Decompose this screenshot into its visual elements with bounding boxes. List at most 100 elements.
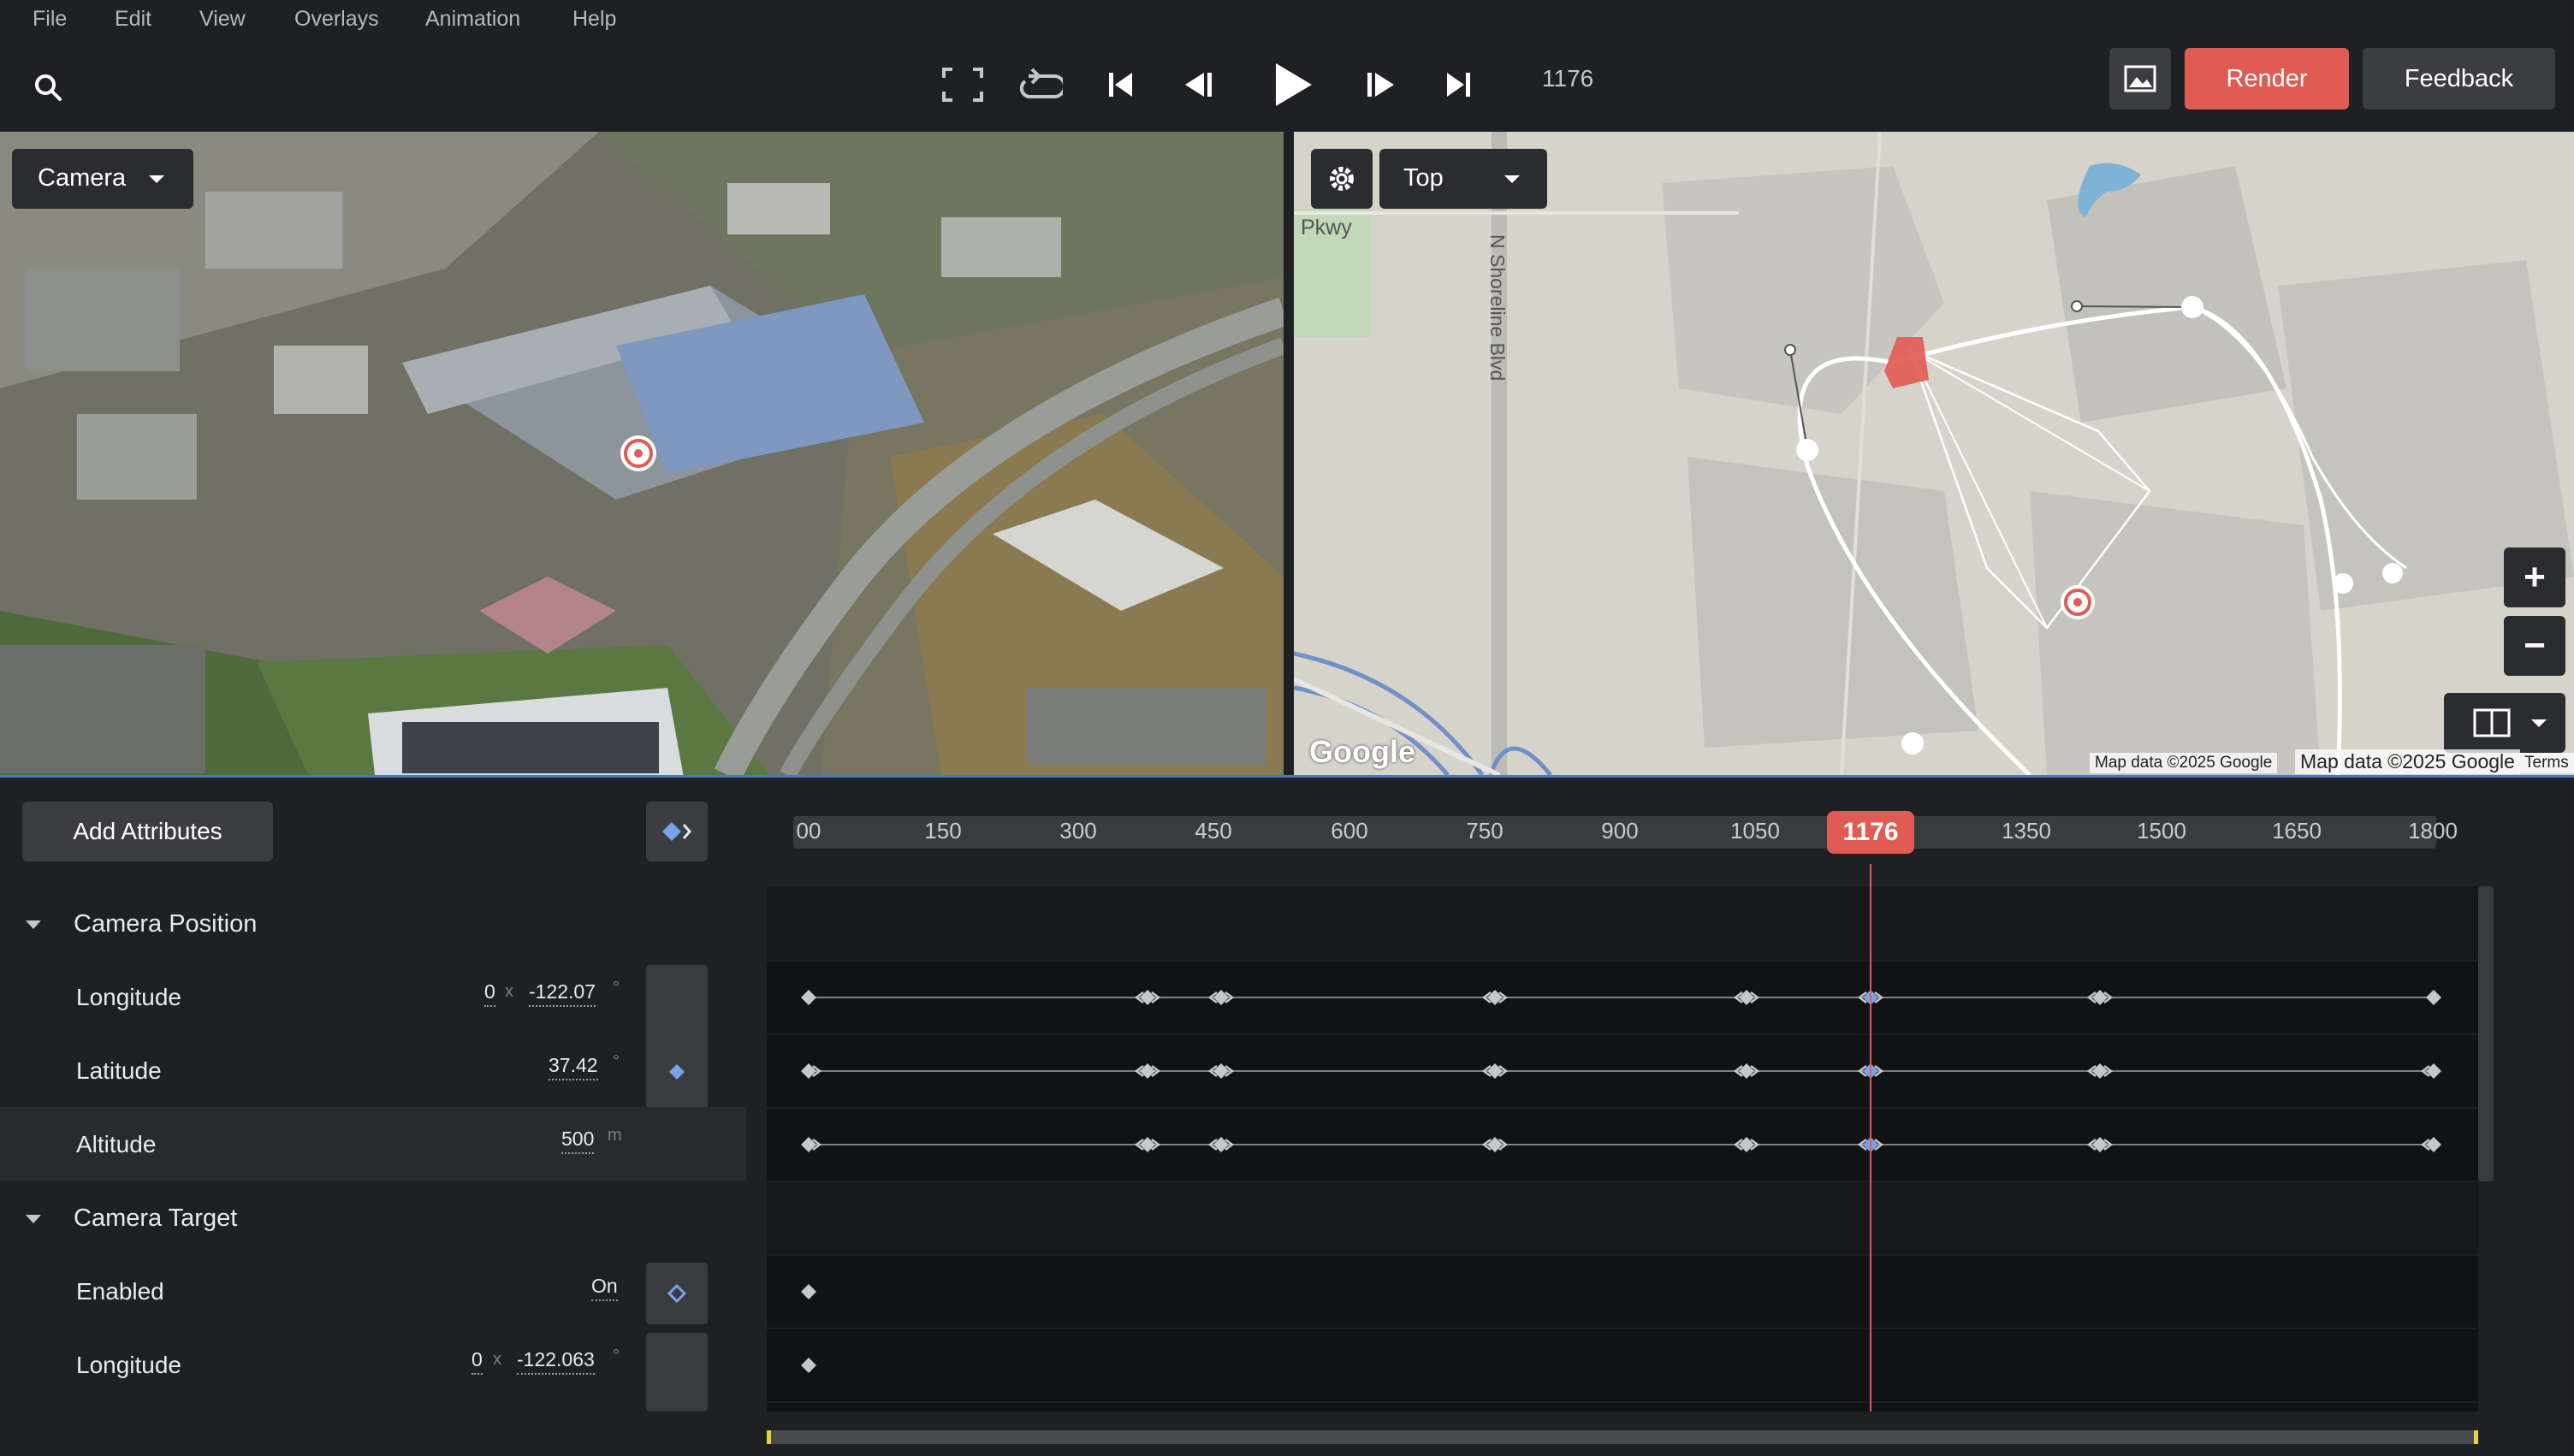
tick-label: 1350 <box>2002 818 2051 843</box>
prop-label: Longitude <box>76 1352 182 1378</box>
prop-row-target-longitude[interactable]: Longitude 0 x -122.063 ° <box>0 1328 767 1401</box>
step-forward-icon[interactable] <box>1362 63 1400 106</box>
camera-mode-label: Camera <box>38 164 127 192</box>
group-title: Camera Position <box>74 910 258 938</box>
gear-icon <box>1330 167 1354 191</box>
render-button[interactable]: Render <box>2185 48 2349 109</box>
map-terms-link[interactable]: Terms <box>2519 753 2574 773</box>
prop-value[interactable]: -122.07 <box>529 980 596 1007</box>
toolbar: 1176 Render Feedback <box>0 43 2574 132</box>
play-icon[interactable] <box>1266 55 1318 115</box>
tick-label: 1050 <box>1730 818 1780 843</box>
add-attributes-button[interactable]: Add Attributes <box>22 802 273 861</box>
prop-value[interactable]: 500 <box>561 1128 595 1154</box>
prop-unit: ° <box>613 1052 620 1071</box>
map-viewport[interactable]: Pkwy N Shoreline Blvd Top + − Google Map… <box>1294 132 2574 775</box>
map-view-dropdown[interactable]: Top <box>1379 149 1547 209</box>
prop-label: Altitude <box>76 1131 157 1157</box>
group-camera-target[interactable]: Camera Target <box>0 1181 767 1254</box>
prop-x-separator: x <box>493 1350 501 1369</box>
menu-view[interactable]: View <box>199 7 246 32</box>
vertical-scrollbar[interactable] <box>2478 886 2494 1181</box>
google-logo: Google <box>1309 734 1415 769</box>
camera-viewport[interactable]: Camera <box>0 132 1284 775</box>
minus-icon: − <box>2524 624 2546 666</box>
map-label-pkwy: Pkwy <box>1301 216 1352 240</box>
plus-icon: + <box>2524 556 2546 598</box>
dope-sheet[interactable] <box>767 886 2478 1412</box>
chevron-down-icon <box>1504 175 1520 183</box>
group-title: Camera Target <box>74 1204 238 1232</box>
chevron-down-icon <box>149 175 164 183</box>
search-icon[interactable] <box>29 68 67 106</box>
map-settings-button[interactable] <box>1311 149 1373 209</box>
playhead-line[interactable] <box>1870 886 1871 1412</box>
layout-toggle-button[interactable] <box>2444 693 2565 753</box>
prop-index[interactable]: 0 <box>484 980 495 1007</box>
tick-label: 1650 <box>2272 818 2322 843</box>
viewport-divider[interactable] <box>1284 132 1294 775</box>
tick-label: 300 <box>1059 818 1097 843</box>
tick-label: 450 <box>1195 818 1232 843</box>
tick-label: 1800 <box>2408 818 2458 843</box>
prop-row-latitude[interactable]: Latitude 37.42 ° <box>0 1033 767 1107</box>
horizontal-scrollbar[interactable] <box>767 1430 2478 1444</box>
prop-value[interactable]: -122.063 <box>517 1348 595 1375</box>
prop-value[interactable]: 37.42 <box>549 1054 598 1080</box>
keyframe-nav-button[interactable] <box>646 802 708 861</box>
keyframe-next-icon <box>662 822 691 841</box>
prop-unit: m <box>608 1126 622 1145</box>
zoom-out-button[interactable]: − <box>2504 616 2565 676</box>
menu-edit[interactable]: Edit <box>115 7 151 32</box>
fullscreen-icon[interactable] <box>941 63 984 106</box>
chevron-down-icon <box>2531 719 2547 727</box>
group-camera-position[interactable]: Camera Position <box>0 886 767 960</box>
loop-icon[interactable] <box>1018 63 1065 106</box>
feedback-button[interactable]: Feedback <box>2363 48 2555 109</box>
prop-label: Enabled <box>76 1278 164 1305</box>
skip-end-icon[interactable] <box>1441 63 1475 106</box>
prop-row-longitude[interactable]: Longitude 0 x -122.07 ° <box>0 960 767 1033</box>
split-view-icon <box>2473 708 2511 737</box>
prop-index[interactable]: 0 <box>472 1348 483 1375</box>
prop-row-altitude[interactable]: Altitude 500 m <box>0 1107 746 1181</box>
skip-start-icon[interactable] <box>1104 63 1138 106</box>
prop-label: Longitude <box>76 984 182 1010</box>
collapse-caret-icon[interactable] <box>26 920 41 929</box>
menu-file[interactable]: File <box>33 7 67 32</box>
map-view-label: Top <box>1403 164 1444 192</box>
timeline-ruler[interactable]: 00 150 300 450 600 750 900 1050 1350 150… <box>793 811 2458 854</box>
tick-label: 1500 <box>2137 818 2186 843</box>
snapshot-button[interactable] <box>2109 48 2171 109</box>
prop-row-enabled[interactable]: Enabled On <box>0 1254 767 1328</box>
prop-x-separator: x <box>505 982 513 1001</box>
zoom-in-button[interactable]: + <box>2504 547 2565 607</box>
map-attribution-2: Map data ©2025 Google <box>2295 749 2520 774</box>
menu-bar: File Edit View Overlays Animation Help <box>0 0 2574 43</box>
menu-help[interactable]: Help <box>572 7 616 32</box>
keyframe-markers[interactable] <box>767 886 2478 1412</box>
collapse-caret-icon[interactable] <box>26 1215 41 1223</box>
map-attribution-1: Map data ©2025 Google <box>2090 753 2278 773</box>
menu-overlays[interactable]: Overlays <box>294 7 379 32</box>
tick-label: 150 <box>924 818 962 843</box>
menu-animation[interactable]: Animation <box>425 7 520 32</box>
tick-label: 900 <box>1601 818 1639 843</box>
playhead-badge[interactable]: 1176 <box>1827 811 1914 854</box>
step-back-icon[interactable] <box>1179 63 1217 106</box>
camera-mode-dropdown[interactable]: Camera <box>12 149 193 209</box>
prop-unit: ° <box>613 1347 620 1365</box>
tick-label: 600 <box>1331 818 1368 843</box>
timeline-header: Add Attributes 00 150 300 450 600 750 90… <box>0 778 2574 886</box>
prop-label: Latitude <box>76 1057 162 1084</box>
image-icon <box>2124 65 2156 92</box>
map-label-shoreline: N Shoreline Blvd <box>1486 234 1509 382</box>
property-panel: Camera Position Longitude 0 x -122.07 ° … <box>0 886 767 1412</box>
current-frame-number: 1176 <box>1542 65 1594 92</box>
range-end-handle[interactable] <box>2474 1430 2478 1444</box>
prop-unit: ° <box>613 979 620 997</box>
prop-value[interactable]: On <box>591 1275 618 1301</box>
map-scene <box>1294 132 2574 775</box>
tick-label: 00 <box>796 818 821 843</box>
range-start-handle[interactable] <box>767 1430 771 1444</box>
